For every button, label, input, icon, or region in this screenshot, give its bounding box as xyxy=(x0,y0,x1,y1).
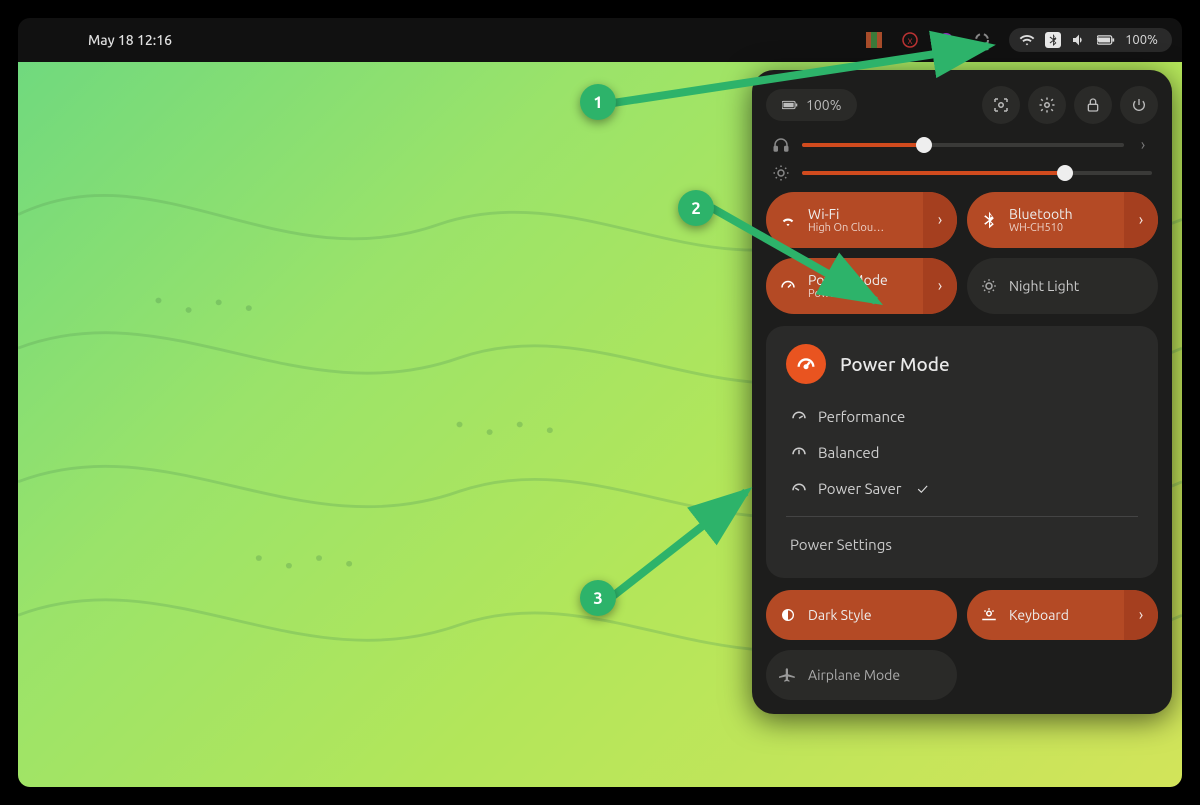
option-label: Balanced xyxy=(818,444,879,461)
airplane-icon xyxy=(778,665,798,685)
gauge-icon xyxy=(786,344,826,384)
wifi-toggle[interactable]: Wi-FiHigh On Clou… › xyxy=(766,192,957,248)
tray-app-icon-4[interactable] xyxy=(973,31,991,49)
powermode-expand-button[interactable]: › xyxy=(923,258,957,314)
powermode-sub: Power Saver xyxy=(808,288,888,301)
check-icon: ✓ xyxy=(917,480,928,497)
powermode-title: Power Mode xyxy=(808,272,888,288)
system-tray: x 100% xyxy=(865,28,1172,52)
battery-charging-icon xyxy=(1097,33,1115,47)
nightlight-title: Night Light xyxy=(1009,278,1079,294)
quick-settings-panel: 100% › Wi-FiHigh On Clou… › xyxy=(752,70,1172,714)
wifi-title: Wi-Fi xyxy=(808,206,884,222)
status-menu-button[interactable]: 100% xyxy=(1009,28,1172,52)
link-label: Power Settings xyxy=(790,536,892,553)
headphones-icon xyxy=(772,136,792,154)
powermode-option-performance[interactable]: Performance xyxy=(786,398,1138,434)
darkstyle-toggle[interactable]: Dark Style xyxy=(766,590,957,640)
battery-percent: 100% xyxy=(1125,33,1158,47)
tray-app-icon-3[interactable] xyxy=(937,31,955,49)
keyboard-brightness-icon xyxy=(979,605,999,625)
bluetooth-sub: WH-CH510 xyxy=(1009,222,1073,235)
bluetooth-title: Bluetooth xyxy=(1009,206,1073,222)
keyboard-title: Keyboard xyxy=(1009,607,1069,623)
powermode-option-balanced[interactable]: Balanced xyxy=(786,434,1138,470)
lock-button[interactable] xyxy=(1074,86,1112,124)
bluetooth-expand-button[interactable]: › xyxy=(1124,192,1158,248)
wifi-icon xyxy=(1019,32,1035,48)
top-bar: May 18 12:16 x 100% xyxy=(18,18,1182,62)
powermode-option-powersaver[interactable]: Power Saver ✓ xyxy=(786,470,1138,506)
battery-icon xyxy=(782,98,798,112)
tray-app-icon-1[interactable] xyxy=(865,31,883,49)
svg-text:x: x xyxy=(908,35,913,46)
screen: May 18 12:16 x 100% 100% › xyxy=(18,18,1182,787)
screenshot-button[interactable] xyxy=(982,86,1020,124)
keyboard-expand-button[interactable]: › xyxy=(1124,590,1158,640)
powermode-toggle[interactable]: Power ModePower Saver › xyxy=(766,258,957,314)
battery-chip-label: 100% xyxy=(806,97,841,113)
power-settings-link[interactable]: Power Settings xyxy=(786,527,1138,562)
power-button[interactable] xyxy=(1120,86,1158,124)
bluetooth-toggle[interactable]: BluetoothWH-CH510 › xyxy=(967,192,1158,248)
brightness-icon xyxy=(772,164,792,182)
airplane-toggle[interactable]: Airplane Mode xyxy=(766,650,957,700)
gauge-high-icon xyxy=(790,407,808,425)
submenu-title: Power Mode xyxy=(840,353,950,375)
wifi-icon xyxy=(778,210,798,230)
wifi-expand-button[interactable]: › xyxy=(923,192,957,248)
settings-button[interactable] xyxy=(1028,86,1066,124)
volume-icon xyxy=(1071,32,1087,48)
volume-slider[interactable]: › xyxy=(772,136,1152,154)
brightness-slider[interactable] xyxy=(772,164,1152,182)
option-label: Power Saver xyxy=(818,480,901,497)
volume-more-icon[interactable]: › xyxy=(1134,136,1152,154)
nightlight-toggle[interactable]: Night Light xyxy=(967,258,1158,314)
wifi-sub: High On Clou… xyxy=(808,222,884,235)
tray-app-icon-2[interactable]: x xyxy=(901,31,919,49)
screenshot-frame: May 18 12:16 x 100% 100% › xyxy=(0,0,1200,805)
darkstyle-title: Dark Style xyxy=(808,607,872,623)
option-label: Performance xyxy=(818,408,905,425)
nightlight-icon xyxy=(979,276,999,296)
bluetooth-icon xyxy=(1045,32,1061,48)
gauge-mid-icon xyxy=(790,443,808,461)
keyboard-toggle[interactable]: Keyboard › xyxy=(967,590,1158,640)
clock[interactable]: May 18 12:16 xyxy=(88,32,172,48)
gauge-low-icon xyxy=(790,479,808,497)
gauge-icon xyxy=(778,276,798,296)
darkstyle-icon xyxy=(778,605,798,625)
battery-chip[interactable]: 100% xyxy=(766,89,857,121)
airplane-title: Airplane Mode xyxy=(808,667,900,683)
powermode-submenu: Power Mode Performance Balanced Power Sa… xyxy=(766,326,1158,578)
bluetooth-icon xyxy=(979,210,999,230)
